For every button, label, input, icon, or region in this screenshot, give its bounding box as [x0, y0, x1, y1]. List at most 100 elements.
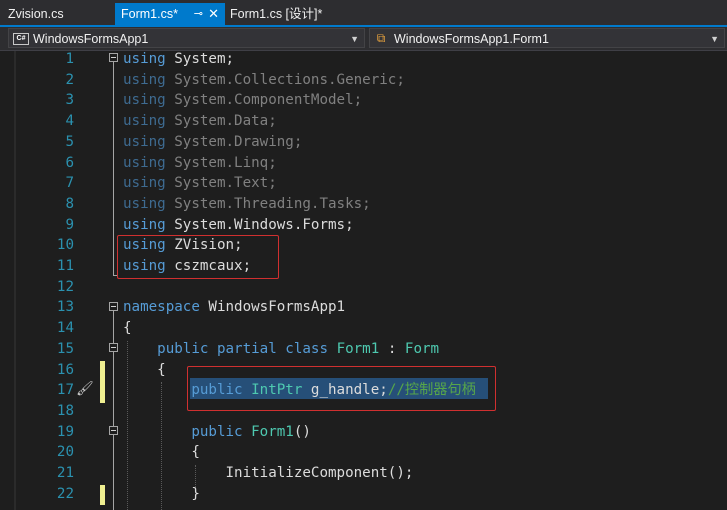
line-number: 12 [56, 278, 74, 295]
code-line[interactable]: 7 using System.Text; [0, 173, 727, 194]
code-line[interactable]: 22 } [0, 484, 727, 505]
code-text: using System.Linq; [123, 153, 277, 174]
code-text: using System.ComponentModel; [123, 90, 362, 111]
code-token: System.ComponentModel; [165, 92, 363, 109]
code-text: using System.Data; [123, 111, 277, 132]
code-text: public IntPtr g_handle;//控制器句柄 [123, 380, 476, 401]
code-token: { [123, 444, 200, 461]
code-token: } [123, 485, 200, 502]
document-tab-strip: Zvision.cs Form1.cs* ⊸ ✕ Form1.cs [设计]* [0, 0, 727, 27]
line-number: 6 [65, 154, 74, 171]
close-icon[interactable]: ✕ [208, 3, 219, 25]
code-line[interactable]: 11 using cszmcaux; [0, 256, 727, 277]
class-dropdown[interactable]: ⧉ WindowsFormsApp1.Form1 ▼ [369, 28, 725, 48]
code-line[interactable]: 2 using System.Collections.Generic; [0, 70, 727, 91]
line-number: 16 [56, 361, 74, 378]
code-line[interactable]: 13 namespace WindowsFormsApp1 [0, 297, 727, 318]
line-number: 17 [56, 382, 74, 399]
navigation-bar: C# WindowsFormsApp1 ▼ ⧉ WindowsFormsApp1… [0, 27, 727, 51]
line-number: 20 [56, 444, 74, 461]
class-dropdown-label: WindowsFormsApp1.Form1 [394, 32, 549, 46]
code-text: using System.Collections.Generic; [123, 70, 405, 91]
csharp-project-icon: C# [13, 33, 29, 45]
line-number: 10 [56, 237, 74, 254]
code-line[interactable]: 21 InitializeComponent(); [0, 463, 727, 484]
code-text: using cszmcaux; [123, 256, 251, 277]
code-token: Form [404, 340, 440, 357]
class-icon: ⧉ [376, 31, 386, 45]
code-line[interactable]: 6 using System.Linq; [0, 153, 727, 174]
code-token: using [123, 113, 166, 130]
code-token: //控制器句柄 [387, 382, 476, 399]
line-number: 2 [65, 71, 74, 88]
code-token: using [123, 133, 166, 150]
tab-label: Zvision.cs [8, 7, 64, 21]
line-number: 8 [65, 195, 74, 212]
project-dropdown[interactable]: C# WindowsFormsApp1 ▼ [8, 28, 365, 48]
code-token: public [191, 423, 243, 440]
chevron-down-icon: ▼ [710, 34, 719, 44]
tab-zvision-cs[interactable]: Zvision.cs [2, 3, 114, 25]
code-line[interactable]: 16 { [0, 360, 727, 381]
line-number: 3 [65, 92, 74, 109]
code-line[interactable]: 10 using ZVision; [0, 235, 727, 256]
code-line[interactable]: 17 public IntPtr g_handle;//控制器句柄 [0, 380, 727, 401]
code-line[interactable]: 5 using System.Drawing; [0, 132, 727, 153]
line-number: 22 [56, 485, 74, 502]
chevron-down-icon: ▼ [350, 34, 359, 44]
code-line[interactable]: 20 { [0, 442, 727, 463]
code-token: WindowsFormsApp1 [199, 299, 346, 316]
project-dropdown-label: WindowsFormsApp1 [33, 32, 149, 46]
code-line[interactable]: 19 public Form1() [0, 422, 727, 443]
code-token: public partial class [157, 340, 329, 357]
code-token: g_handle; [302, 382, 388, 399]
code-line[interactable]: 15 public partial class Form1 : Form [0, 339, 727, 360]
code-token: System.Collections.Generic; [165, 71, 405, 88]
code-line[interactable]: 3 using System.ComponentModel; [0, 90, 727, 111]
line-number: 11 [56, 258, 74, 274]
code-text: using System.Drawing; [123, 132, 302, 153]
tab-label: Form1.cs [设计]* [230, 7, 323, 21]
code-token: cszmcaux; [165, 258, 252, 274]
code-token: System; [165, 51, 235, 67]
code-token: Form1 [251, 423, 294, 440]
code-line[interactable]: 18 [0, 401, 727, 422]
code-token: using [123, 51, 166, 67]
pin-icon[interactable]: ⊸ [194, 3, 203, 25]
code-line[interactable]: 1 using System; [0, 51, 727, 70]
line-number: 18 [56, 402, 74, 419]
line-number: 19 [56, 423, 74, 440]
code-line[interactable]: 12 [0, 277, 727, 298]
code-line[interactable]: 9 using System.Windows.Forms; [0, 215, 727, 236]
code-line[interactable]: 8 using System.Threading.Tasks; [0, 194, 727, 215]
tab-form1-cs[interactable]: Form1.cs* ⊸ ✕ [115, 3, 225, 25]
line-number: 4 [65, 113, 74, 130]
code-token: { [123, 361, 166, 378]
code-token: using [123, 237, 166, 254]
code-line[interactable]: 14 { [0, 318, 727, 339]
code-token: namespace [123, 299, 200, 316]
code-token: IntPtr [251, 382, 303, 399]
line-number: 5 [65, 133, 74, 150]
tab-label: Form1.cs* [121, 7, 178, 21]
code-token: public [191, 382, 243, 399]
code-token: using [123, 195, 166, 212]
code-token: System.Text; [165, 175, 277, 192]
code-line[interactable]: 4 using System.Data; [0, 111, 727, 132]
code-text: using ZVision; [123, 235, 243, 256]
code-text: using System.Windows.Forms; [123, 215, 354, 236]
code-token: using [123, 154, 166, 171]
code-token: InitializeComponent(); [123, 465, 414, 481]
code-text: { [123, 360, 166, 381]
tab-form1-designer[interactable]: Form1.cs [设计]* [224, 3, 344, 25]
code-token: System.Data; [165, 113, 277, 130]
code-editor[interactable]: 🖌 1 using System; 2 using System.Collection… [0, 51, 727, 510]
code-text: using System; [123, 51, 234, 70]
code-text: using System.Threading.Tasks; [123, 194, 371, 215]
code-token: System.Windows.Forms; [165, 216, 354, 233]
code-token: System.Threading.Tasks; [165, 195, 371, 212]
